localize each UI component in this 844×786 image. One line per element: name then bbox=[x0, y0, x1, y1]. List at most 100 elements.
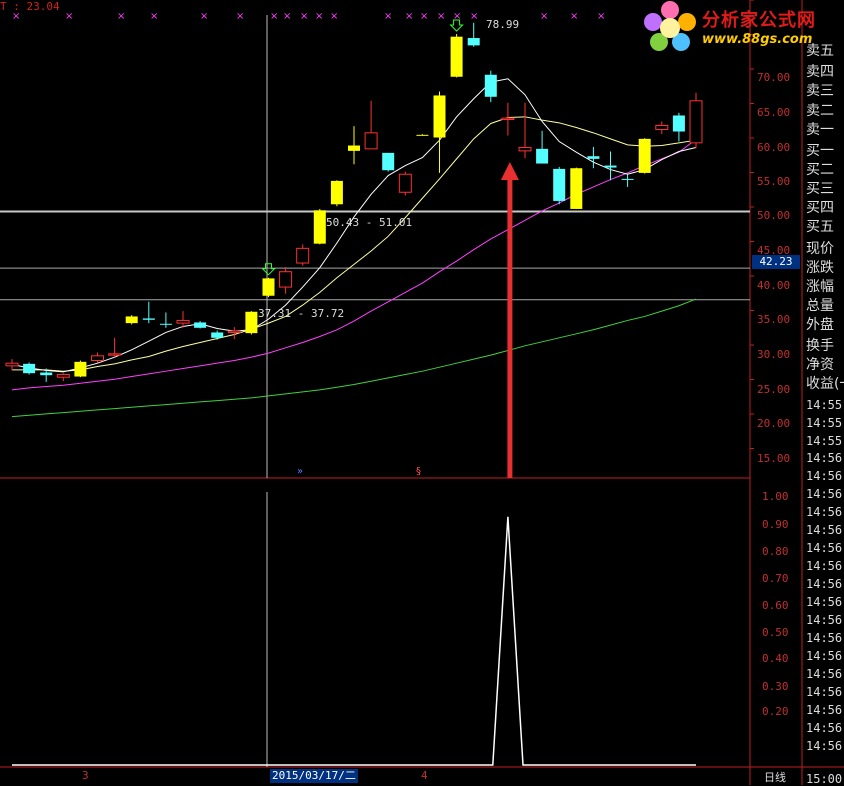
peak-price-label: 78.99 bbox=[486, 18, 520, 31]
candle-body bbox=[91, 355, 104, 362]
candle-body bbox=[638, 138, 651, 173]
event-marker-icon: × bbox=[117, 11, 125, 22]
candle-body bbox=[484, 74, 497, 97]
price-tick: 55.00 bbox=[757, 175, 791, 188]
event-flag-icon: » bbox=[297, 466, 303, 477]
chart-canvas[interactable]: × × × × × × × × × × × × × × × × × × × ×» § bbox=[0, 0, 844, 785]
candle-body bbox=[364, 132, 378, 150]
quote-label: 净资 bbox=[806, 357, 834, 373]
candle-body bbox=[672, 115, 685, 132]
quote-label: 买三 bbox=[806, 181, 834, 197]
price-tick: 20.00 bbox=[757, 417, 791, 430]
signal-arrow-icon bbox=[500, 162, 519, 180]
indicator-tick: 0.50 bbox=[762, 626, 789, 639]
signal-line bbox=[12, 516, 696, 766]
candle-body bbox=[211, 332, 224, 338]
candle-body bbox=[125, 316, 138, 324]
indicator-tick: 0.40 bbox=[762, 652, 789, 665]
candle-body bbox=[330, 180, 343, 205]
candle-body bbox=[74, 361, 87, 377]
tick-time: 14:56 bbox=[806, 577, 843, 591]
event-marker-icon: × bbox=[65, 11, 73, 22]
event-marker-icon: × bbox=[597, 11, 605, 22]
tick-time: 14:56 bbox=[806, 595, 843, 609]
event-marker-icon: × bbox=[270, 11, 278, 22]
candle-body bbox=[433, 95, 446, 138]
candle-body bbox=[56, 374, 70, 378]
candle-body bbox=[176, 319, 190, 324]
quote-label: 卖五 bbox=[806, 43, 834, 59]
candle-body bbox=[587, 156, 600, 159]
candle-body bbox=[227, 330, 241, 333]
indicator-tick: 1.00 bbox=[762, 490, 789, 503]
candle-body bbox=[142, 318, 155, 320]
tick-time: 14:56 bbox=[806, 487, 843, 501]
candle-body bbox=[108, 353, 122, 356]
period-tab[interactable]: 日线 bbox=[764, 769, 786, 785]
candle-body bbox=[536, 148, 549, 164]
candle-body bbox=[655, 124, 669, 130]
event-marker-icon: × bbox=[437, 11, 445, 22]
tick-time: 14:56 bbox=[806, 721, 843, 735]
candle-body bbox=[245, 311, 258, 334]
event-marker-icon: × bbox=[315, 11, 323, 22]
candle-body bbox=[501, 117, 515, 120]
event-flag-icon: § bbox=[416, 466, 421, 477]
x-label: 3 bbox=[82, 769, 89, 782]
quote-label: 涨跌 bbox=[806, 260, 834, 276]
quote-label: 现价 bbox=[806, 241, 834, 257]
candle-body bbox=[382, 152, 395, 171]
tick-time: 14:56 bbox=[806, 541, 843, 555]
candle-body bbox=[23, 363, 36, 374]
candle-body bbox=[5, 362, 19, 367]
tick-time: 14:56 bbox=[806, 505, 843, 519]
price-tick: 70.00 bbox=[757, 71, 791, 84]
event-marker-icon: × bbox=[300, 11, 308, 22]
quote-label: 总量 bbox=[806, 298, 834, 314]
candle-body bbox=[450, 36, 463, 77]
quote-label: 买二 bbox=[806, 162, 834, 178]
quote-label: 卖三 bbox=[806, 83, 834, 99]
event-marker-icon: × bbox=[453, 11, 461, 22]
quote-label: 买五 bbox=[806, 219, 834, 235]
tick-time: 15:00 bbox=[806, 772, 843, 786]
logo-url: www.88gs.com bbox=[702, 32, 813, 47]
candle-body bbox=[570, 168, 583, 209]
event-marker-icon: × bbox=[420, 11, 428, 22]
tick-time: 14:55 bbox=[806, 416, 843, 430]
tick-time: 14:56 bbox=[806, 631, 843, 645]
event-marker-icon: × bbox=[200, 11, 208, 22]
event-marker-icon: × bbox=[470, 11, 478, 22]
event-marker-icon: × bbox=[570, 11, 578, 22]
tick-time: 14:56 bbox=[806, 649, 843, 663]
candle-body bbox=[604, 165, 617, 168]
indicator-tick: 0.70 bbox=[762, 572, 789, 585]
range-high-label: 50.43 - 51.01 bbox=[326, 216, 413, 229]
event-marker-icon: × bbox=[236, 11, 244, 22]
price-tick: 15.00 bbox=[757, 452, 791, 465]
x-label: 4 bbox=[421, 769, 428, 782]
ma60-line bbox=[11, 298, 697, 418]
range-low-label: 37.31 - 37.72 bbox=[258, 307, 345, 320]
buy-down-arrow-icon bbox=[261, 263, 276, 276]
tick-time: 14:56 bbox=[806, 739, 843, 753]
quote-label: 卖一 bbox=[806, 122, 834, 138]
price-tick: 35.00 bbox=[757, 313, 791, 326]
price-tick: 50.00 bbox=[757, 209, 791, 222]
candle-body bbox=[279, 271, 293, 288]
price-tick: 30.00 bbox=[757, 348, 791, 361]
tick-time: 14:56 bbox=[806, 523, 843, 537]
event-marker-icon: × bbox=[405, 11, 413, 22]
indicator-tick: 0.80 bbox=[762, 545, 789, 558]
flower-logo-icon bbox=[644, 1, 696, 51]
event-marker-icon: × bbox=[150, 11, 158, 22]
candle-body bbox=[398, 173, 412, 193]
indicator-tick: 0.20 bbox=[762, 705, 789, 718]
candle-body bbox=[621, 178, 634, 180]
quote-label: 买一 bbox=[806, 143, 834, 159]
tick-time: 14:56 bbox=[806, 685, 843, 699]
tick-time: 14:55 bbox=[806, 398, 843, 412]
price-tick: 60.00 bbox=[757, 141, 791, 154]
indicator-tick: 0.60 bbox=[762, 599, 789, 612]
tick-time: 14:56 bbox=[806, 559, 843, 573]
